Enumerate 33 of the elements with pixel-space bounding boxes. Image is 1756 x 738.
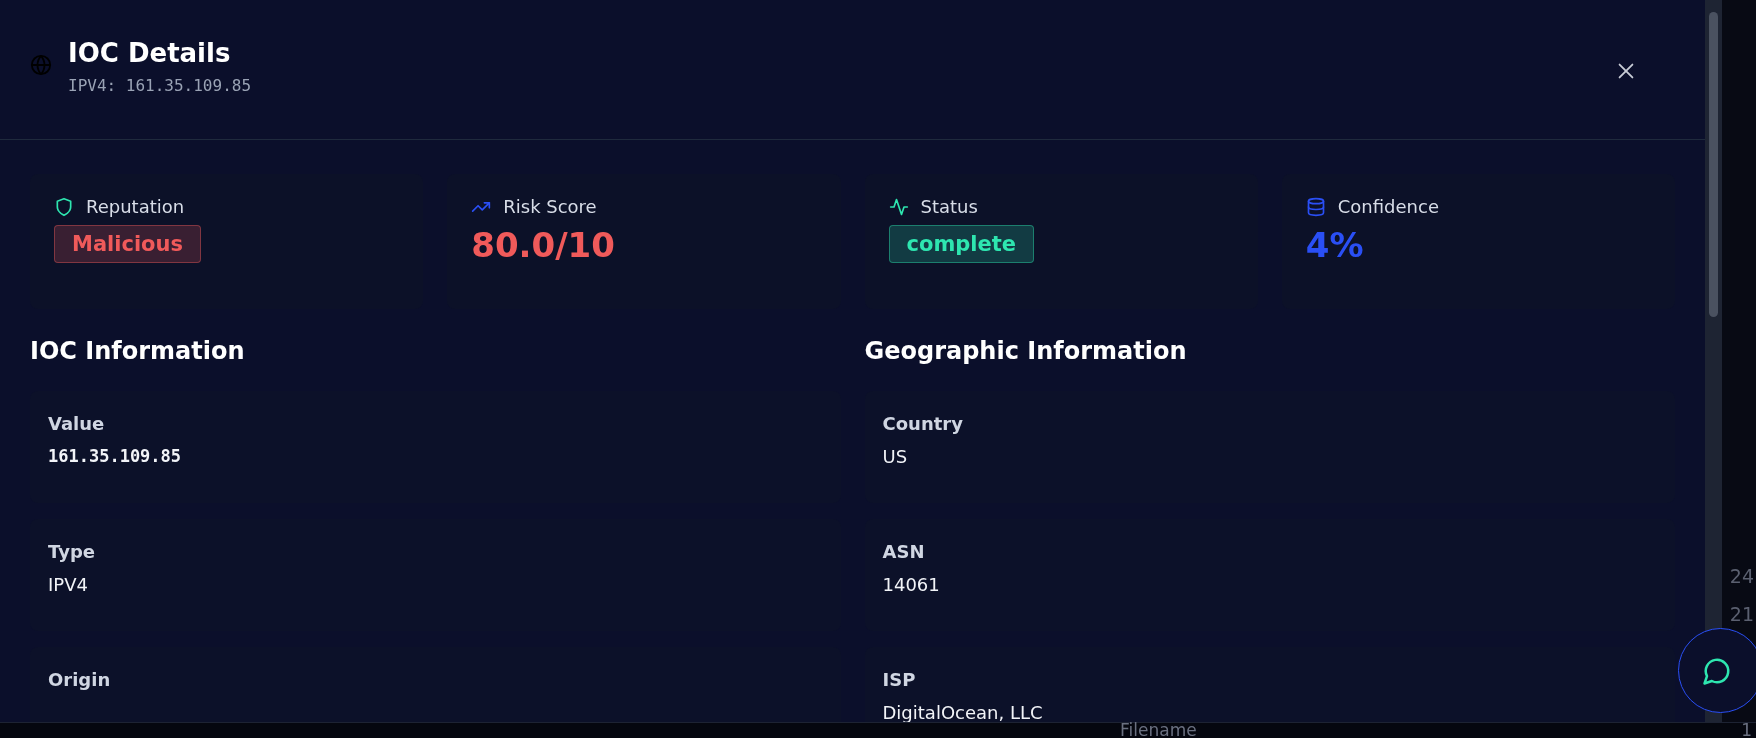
status-badge: Malicious <box>54 225 201 263</box>
stat-value: 80.0/10 <box>471 225 616 265</box>
dialog-subtitle: IPV4: 161.35.109.85 <box>68 76 253 95</box>
field-label: ASN <box>882 541 926 562</box>
section-title: IOC Information <box>30 337 246 365</box>
row-number: 21 <box>1729 603 1754 625</box>
field-label: Country <box>882 413 964 434</box>
field-label: Value <box>48 413 106 434</box>
field-value: US <box>882 446 909 467</box>
field-label: Origin <box>48 669 112 690</box>
section-title: Geographic Information <box>864 337 1188 365</box>
field-value: DigitalOcean, LLC <box>882 702 1044 722</box>
field-label: ISP <box>882 669 917 690</box>
column-header: Filename <box>1120 723 1197 738</box>
stat-label: Reputation <box>86 196 185 217</box>
stat-label: Status <box>920 196 978 217</box>
dialog-title: IOC Details <box>68 38 232 68</box>
status-badge: complete <box>888 225 1034 263</box>
field-value: 161.35.109.85 <box>48 446 183 466</box>
shield-icon <box>54 196 74 217</box>
field-label: Type <box>48 541 96 562</box>
field-value: IPV4 <box>48 574 89 595</box>
field-value: 14061 <box>882 574 941 595</box>
stat-label: Confidence <box>1337 196 1439 217</box>
pulse-icon <box>888 196 909 217</box>
globe-icon <box>30 54 52 76</box>
stat-label: Risk Score <box>503 196 597 217</box>
chat-icon <box>1701 655 1732 686</box>
row-number: 1 <box>1741 723 1752 738</box>
row-number: 24 <box>1729 565 1754 587</box>
scrollbar-thumb[interactable] <box>1709 12 1718 317</box>
database-icon <box>1305 196 1326 217</box>
stat-value: 4% <box>1305 225 1365 265</box>
